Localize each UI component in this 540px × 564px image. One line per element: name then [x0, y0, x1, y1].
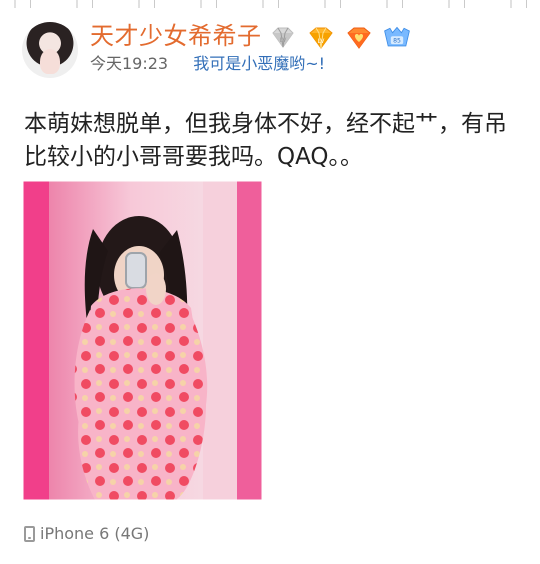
badge-list: LV LV 85: [268, 24, 412, 52]
post-text: 本萌妹想脱单，但我身体不好，经不起艹，有吊比较小的小哥哥要我吗。QAQ。。: [24, 111, 507, 170]
svg-text:85: 85: [393, 37, 401, 44]
svg-text:LV: LV: [318, 38, 326, 45]
gold-diamond-icon: LV: [306, 26, 336, 50]
avatar[interactable]: [22, 22, 78, 78]
post-photo[interactable]: [23, 181, 262, 500]
username[interactable]: 天才少女希希子: [90, 22, 262, 50]
post-time: 今天19:23: [90, 54, 169, 73]
silver-diamond-icon: LV: [268, 26, 298, 50]
weibo-post-screen: 天才少女希希子 LV LV 85 今天19:23 我可是小恶魔哟~! 本萌妹想脱…: [0, 0, 540, 564]
orange-heart-diamond-icon: [344, 26, 374, 50]
post-meta: 今天19:23 我可是小恶魔哟~!: [90, 54, 325, 74]
top-decorative-strip: [0, 0, 540, 8]
phone-icon: [24, 526, 35, 542]
source-link[interactable]: 我可是小恶魔哟~!: [193, 54, 325, 73]
device-source: iPhone 6 (4G): [24, 524, 149, 544]
device-name: iPhone 6 (4G): [40, 524, 150, 543]
svg-text:LV: LV: [280, 37, 288, 44]
blue-vip-icon: 85: [382, 26, 412, 50]
